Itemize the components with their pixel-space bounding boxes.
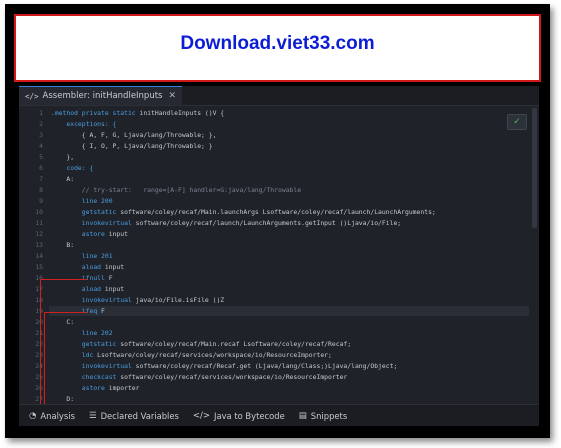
watermark-banner: Download.viet33.com	[14, 14, 541, 82]
assembler-window: </> Assembler: initHandleInputs ✕ 123456…	[19, 86, 539, 426]
code-line[interactable]: exceptions: {	[51, 120, 116, 128]
tab-assembler[interactable]: </> Assembler: initHandleInputs ✕	[19, 86, 183, 105]
code-token: getstatic	[51, 208, 121, 216]
code-token: software/coley/recaf/Main.recaf Lsoftwar…	[120, 340, 352, 348]
bottom-tab-label: Analysis	[40, 410, 75, 421]
code-token: input	[108, 230, 128, 238]
code-line[interactable]: B:	[51, 241, 74, 249]
code-line[interactable]: code: {	[51, 164, 93, 172]
checkmark-icon[interactable]: ✓	[507, 114, 527, 130]
code-line[interactable]: getstatic software/coley/recaf/Main.laun…	[51, 208, 436, 216]
code-token: software/coley/recaf/Main.launchArgs Lso…	[120, 208, 436, 216]
bottom-tab-java-to-bytecode[interactable]: </> Java to Bytecode	[193, 411, 285, 421]
tab-label: Assembler: initHandleInputs	[42, 91, 163, 101]
line-number: 10	[35, 208, 43, 216]
code-token: astore	[51, 230, 109, 238]
code-line[interactable]: ldc Lsoftware/coley/recaf/services/works…	[51, 351, 332, 359]
code-token: input	[104, 285, 125, 293]
code-token: exceptions: {	[51, 120, 117, 128]
code-token: software/coley/recaf/launch/LaunchArgume…	[135, 219, 402, 227]
code-line[interactable]: { A, F, G, Ljava/lang/Throwable; },	[51, 131, 217, 139]
code-token: B:	[51, 241, 75, 249]
code-token: invokevirtual	[51, 219, 136, 227]
code-line[interactable]: },	[51, 153, 74, 161]
code-line[interactable]: line 200	[51, 197, 113, 205]
line-number: 8	[39, 186, 43, 194]
line-number: 6	[39, 164, 43, 172]
code-token: F	[101, 307, 105, 315]
code-line[interactable]: checkcast software/coley/recaf/services/…	[51, 373, 348, 381]
line-number: 9	[39, 197, 43, 205]
code-line[interactable]: invokevirtual software/coley/recaf/launc…	[51, 219, 401, 227]
code-brackets-icon: </>	[192, 410, 210, 421]
jump-arrow-ifeq	[44, 312, 87, 404]
code-editor[interactable]: 1 2 3 4 5 6 7 8 9 10 11 12 13 14 15 16 17 18 19 20 21 22 23 24 2…	[19, 106, 539, 404]
analysis-icon: ◔	[29, 410, 37, 421]
close-icon[interactable]: ✕	[168, 91, 176, 101]
code-area[interactable]: .method private static initHandleInputs …	[51, 106, 529, 404]
code-token: A:	[51, 175, 75, 183]
code-token: Lsoftware/coley/recaf/services/workspace…	[97, 351, 332, 359]
bottom-tab-snippets[interactable]: ▤ Snippets	[299, 411, 347, 421]
code-line[interactable]: invokevirtual software/coley/recaf/Recaf…	[51, 362, 398, 370]
line-number: 15	[35, 263, 43, 271]
bottom-tab-analysis[interactable]: ◔ Analysis	[29, 411, 75, 421]
code-token: .method private static	[51, 109, 140, 117]
code-token: },	[51, 153, 75, 161]
line-number: 11	[35, 219, 43, 227]
code-line[interactable]: aload input	[51, 263, 124, 271]
vertical-scrollbar[interactable]	[532, 108, 537, 228]
code-token: importer	[108, 384, 140, 392]
code-line[interactable]: // try-start: range=[A-F] handler=G:java…	[51, 186, 301, 194]
code-line[interactable]: A:	[51, 175, 74, 183]
code-token: F	[108, 274, 113, 282]
code-line[interactable]: astore input	[51, 230, 128, 238]
code-token: { A, F, G, Ljava/lang/Throwable; },	[51, 131, 217, 139]
line-number: 12	[35, 230, 43, 238]
code-token: line 201	[51, 252, 113, 260]
line-number: 5	[39, 153, 43, 161]
code-token: java/io/File.isFile ()Z	[135, 296, 225, 304]
code-brackets-icon: </>	[25, 91, 39, 101]
code-token: code: {	[51, 164, 94, 172]
line-number: 1	[39, 109, 43, 117]
code-token: software/coley/recaf/services/workspace/…	[120, 373, 348, 381]
line-number: 13	[35, 241, 43, 249]
tab-bar: </> Assembler: initHandleInputs ✕	[19, 86, 539, 106]
bottom-tab-label: Declared Variables	[100, 410, 179, 421]
snippets-icon: ▤	[298, 410, 307, 421]
code-line[interactable]: line 201	[51, 252, 113, 260]
line-number: 3	[39, 131, 43, 139]
code-line[interactable]: getstatic software/coley/recaf/Main.reca…	[51, 340, 351, 348]
line-number: 4	[39, 142, 43, 150]
line-number: 7	[39, 175, 43, 183]
code-token: aload	[51, 263, 105, 271]
code-token: initHandleInputs ()V {	[139, 109, 225, 117]
code-token: input	[104, 263, 125, 271]
bottom-tab-label: Snippets	[310, 410, 348, 421]
code-line[interactable]: { I, O, P, Ljava/lang/Throwable; }	[51, 142, 213, 150]
bottom-tab-declared-variables[interactable]: ☰ Declared Variables	[89, 411, 179, 421]
code-token: line 200	[51, 197, 113, 205]
line-number: 2	[39, 120, 43, 128]
bottom-tab-label: Java to Bytecode	[214, 410, 285, 421]
line-number: 14	[35, 252, 43, 260]
code-token: software/coley/recaf/Recaf.get (Ljava/la…	[135, 362, 398, 370]
code-token: // try-start: range=[A-F] handler=G:java…	[51, 186, 302, 194]
watermark-text: Download.viet33.com	[180, 33, 375, 54]
list-icon: ☰	[88, 410, 97, 421]
bottom-tool-tabs: ◔ Analysis ☰ Declared Variables </> Java to B…	[19, 404, 539, 426]
code-token: { I, O, P, Ljava/lang/Throwable; }	[51, 142, 213, 150]
code-line[interactable]: .method private static initHandleInputs …	[51, 109, 224, 117]
